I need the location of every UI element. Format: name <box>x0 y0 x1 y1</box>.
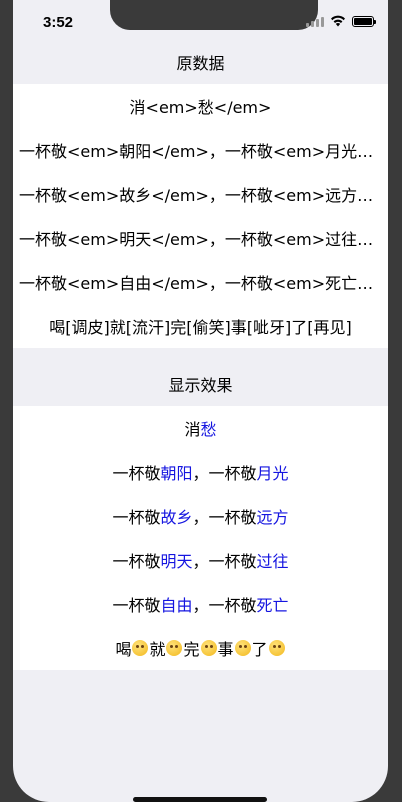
list-item[interactable]: 喝[调皮]就[流汗]完[偷笑]事[呲牙]了[再见] <box>13 304 388 348</box>
list-item[interactable]: 一杯敬 朝阳 ，一杯敬 月光 <box>13 450 388 494</box>
section-header-original: 原数据 <box>13 40 388 84</box>
list-item[interactable]: 消<em>愁</em> <box>13 84 388 128</box>
wave-emoji-icon <box>268 640 285 656</box>
notch <box>110 0 318 30</box>
status-time: 3:52 <box>43 14 74 31</box>
home-indicator[interactable] <box>133 797 267 802</box>
sweat-emoji-icon <box>166 640 183 656</box>
section-header-display: 显示效果 <box>13 362 388 406</box>
grin-emoji-icon <box>234 640 251 656</box>
display-list: 消愁 一杯敬 朝阳 ，一杯敬 月光 一杯敬 故乡 ，一杯敬 远方 一杯敬 明天 ，一杯敬 过往 一… <box>13 406 388 670</box>
list-item[interactable]: 一杯敬<em>自由</em>，一杯敬<em>死亡</em> <box>13 260 388 304</box>
list-item[interactable]: 一杯敬<em>故乡</em>，一杯敬<em>远方</em> <box>13 172 388 216</box>
list-item[interactable]: 一杯敬 故乡 ，一杯敬 远方 <box>13 494 388 538</box>
signal-icon <box>306 16 324 27</box>
list-item[interactable]: 喝就完事了 <box>13 626 388 670</box>
list-item[interactable]: 一杯敬<em>明天</em>，一杯敬<em>过往</em> <box>13 216 388 260</box>
list-item[interactable]: 消愁 <box>13 406 388 450</box>
wifi-icon <box>331 15 345 27</box>
battery-icon <box>352 15 376 27</box>
list-item[interactable]: 一杯敬 自由 ，一杯敬 死亡 <box>13 582 388 626</box>
original-list: 消<em>愁</em> 一杯敬<em>朝阳</em>，一杯敬<em>月光</em… <box>13 84 388 348</box>
smirk-emoji-icon <box>200 640 217 656</box>
tongue-out-emoji-icon <box>132 640 149 656</box>
phone-screen: 3:52 原数据 消<em>愁</em> 一杯敬<em>朝阳</em>，一杯敬<… <box>13 0 388 802</box>
status-icons <box>306 14 376 28</box>
list-item[interactable]: 一杯敬<em>朝阳</em>，一杯敬<em>月光</em> <box>13 128 388 172</box>
list-item[interactable]: 一杯敬 明天 ，一杯敬 过往 <box>13 538 388 582</box>
